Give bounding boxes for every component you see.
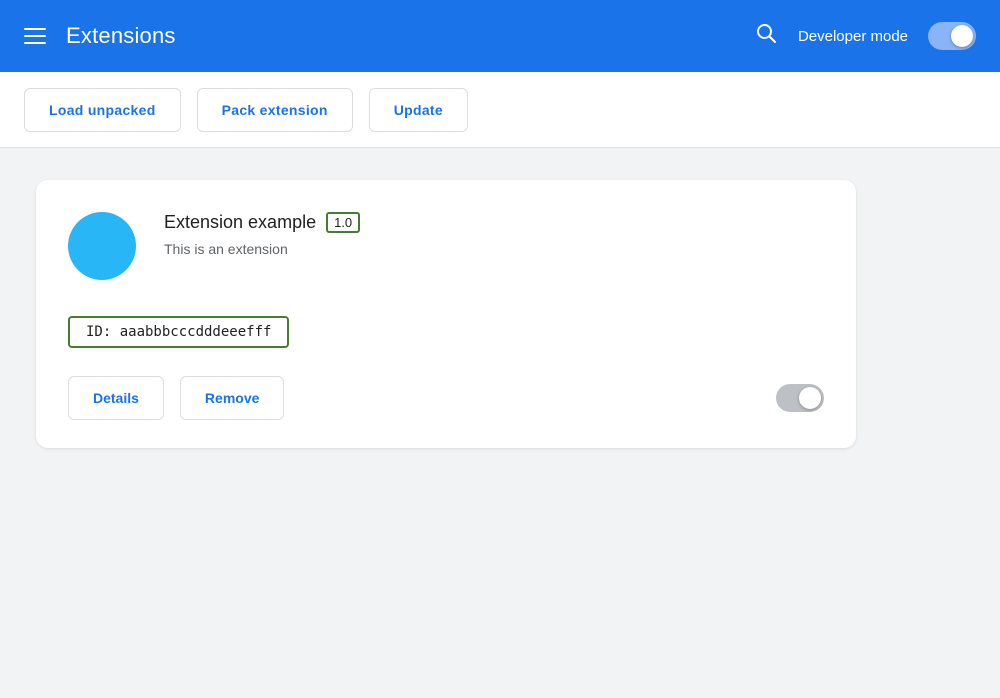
main-content: Extension example 1.0 This is an extensi…	[0, 148, 1000, 480]
extension-card: Extension example 1.0 This is an extensi…	[36, 180, 856, 448]
extension-id: ID: aaabbbcccdddeeefff	[68, 316, 289, 348]
pack-extension-button[interactable]: Pack extension	[197, 88, 353, 132]
update-button[interactable]: Update	[369, 88, 468, 132]
hamburger-icon[interactable]	[24, 28, 46, 44]
version-badge: 1.0	[326, 212, 360, 233]
toggle-track	[928, 22, 976, 50]
id-section: ID: aaabbbcccdddeeefff	[68, 316, 824, 348]
developer-mode-toggle[interactable]	[928, 22, 976, 50]
card-toggle-track	[776, 384, 824, 412]
toggle-thumb	[951, 25, 973, 47]
extension-name-row: Extension example 1.0	[164, 212, 824, 233]
card-actions: Details Remove	[68, 376, 284, 420]
load-unpacked-button[interactable]: Load unpacked	[24, 88, 181, 132]
extension-info: Extension example 1.0 This is an extensi…	[164, 212, 824, 257]
page-title: Extensions	[66, 23, 176, 49]
developer-mode-label: Developer mode	[798, 28, 908, 45]
remove-button[interactable]: Remove	[180, 376, 284, 420]
header-right: Developer mode	[754, 21, 976, 51]
extension-description: This is an extension	[164, 241, 824, 257]
header: Extensions Developer mode	[0, 0, 1000, 72]
extension-name: Extension example	[164, 212, 316, 233]
extension-enable-toggle[interactable]	[776, 384, 824, 412]
details-button[interactable]: Details	[68, 376, 164, 420]
card-top: Extension example 1.0 This is an extensi…	[68, 212, 824, 280]
card-bottom: Details Remove	[68, 376, 824, 420]
search-icon[interactable]	[754, 21, 778, 51]
header-left: Extensions	[24, 23, 176, 49]
toolbar: Load unpacked Pack extension Update	[0, 72, 1000, 148]
card-toggle-thumb	[799, 387, 821, 409]
extension-icon	[68, 212, 136, 280]
